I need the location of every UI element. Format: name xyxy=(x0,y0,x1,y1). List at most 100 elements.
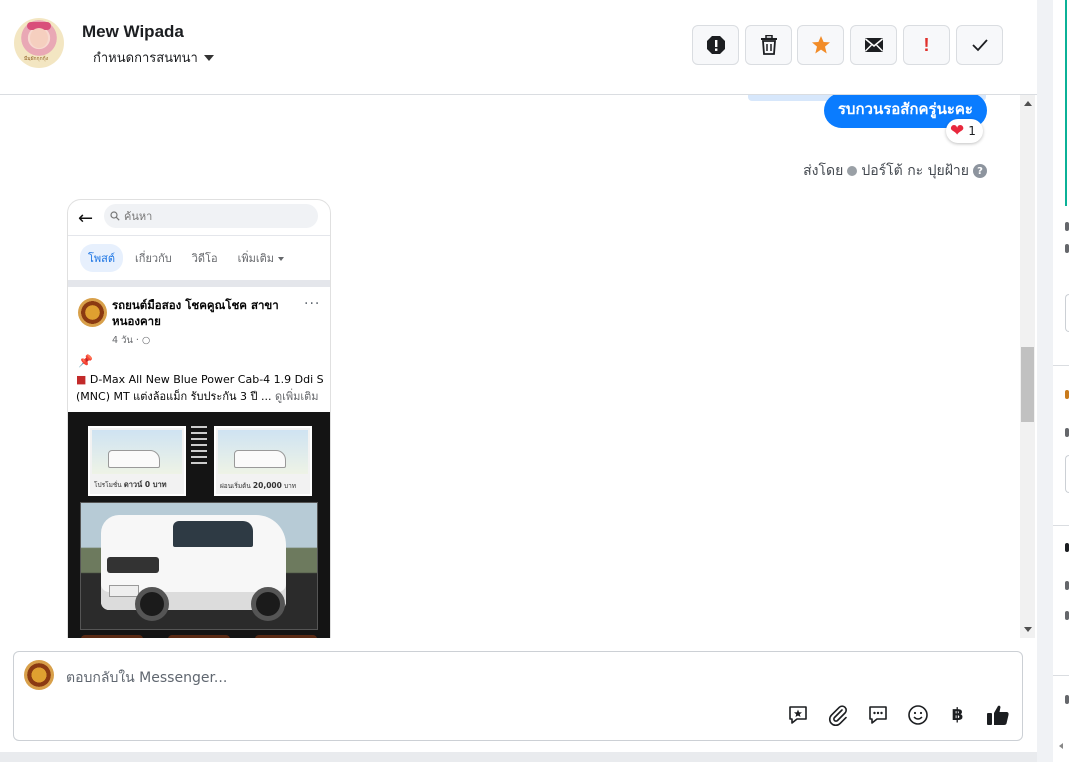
fb-tab-about: เกี่ยวกับ xyxy=(135,252,172,265)
customer-info-panel xyxy=(1037,0,1069,762)
message-reaction[interactable]: ❤ 1 xyxy=(946,119,983,143)
promo-small-2: ผ่อนเริ่มต้น xyxy=(220,482,251,490)
verified-badge-icon xyxy=(847,166,858,176)
emoji-button[interactable] xyxy=(905,702,930,727)
delete-button[interactable] xyxy=(745,25,792,65)
attach-file-button[interactable] xyxy=(825,702,850,727)
chevron-down-icon xyxy=(203,54,214,61)
quick-reply-icon xyxy=(868,705,887,724)
see-more-link: ดูเพิ่มเติม xyxy=(274,390,319,403)
important-icon: ! xyxy=(923,34,930,55)
payment-button[interactable]: ฿ xyxy=(945,702,970,727)
like-button[interactable] xyxy=(985,702,1010,727)
scroll-up-arrow-icon[interactable] xyxy=(1024,101,1032,106)
car-icon: ■ xyxy=(76,373,87,386)
mark-unread-button[interactable] xyxy=(850,25,897,65)
panel-field-edge xyxy=(1065,455,1069,493)
page-avatar xyxy=(78,298,107,327)
promo-card-down-payment: โปรโมชั่น ดาวน์ 0 บาท xyxy=(88,426,186,496)
message-thread[interactable]: รบกวนรอสักครู่นะคะ ❤ 1 ส่งโดย ปอร์โต้ กะ… xyxy=(0,95,1020,638)
attachment-icon xyxy=(828,704,847,726)
fb-page-tabs: โพสต์ เกี่ยวกับ วิดีโอ เพิ่มเติม xyxy=(68,238,330,278)
sent-by-line: ส่งโดย ปอร์โต้ กะ ปุยฝ้าย ? xyxy=(803,160,987,182)
follow-up-button[interactable] xyxy=(797,25,844,65)
mark-spam-button[interactable] xyxy=(692,25,739,65)
panel-divider xyxy=(1053,525,1069,526)
trash-icon xyxy=(760,35,777,55)
post-time: 4 วัน · ○ xyxy=(112,333,150,348)
fb-tab-videos: วิดีโอ xyxy=(191,252,218,265)
panel-text-fragment xyxy=(1065,244,1069,253)
scroll-thumb[interactable] xyxy=(1021,347,1034,422)
truck-thumbnail xyxy=(108,450,160,468)
back-arrow-icon: ← xyxy=(78,208,94,229)
panel-text-fragment xyxy=(1065,695,1069,704)
emoji-icon xyxy=(907,704,928,725)
promo-label-2: 20,000 xyxy=(252,481,282,490)
promo-badges xyxy=(68,635,330,638)
quick-reply-button[interactable] xyxy=(865,702,890,727)
promo-label-1: ดาวน์ 0 บาท xyxy=(123,480,167,489)
reply-input[interactable] xyxy=(66,668,766,688)
mark-done-button[interactable] xyxy=(956,25,1003,65)
truck-photo xyxy=(80,502,318,630)
fb-separator xyxy=(68,280,330,287)
panel-text-fragment xyxy=(1065,611,1069,620)
page-name: รถยนต์มือสอง โชคคูณโชค สาขาหนองคาย xyxy=(112,298,279,328)
help-icon[interactable]: ? xyxy=(973,164,987,178)
composer-toolbar: ฿ xyxy=(785,702,1010,727)
saved-reply-button[interactable] xyxy=(785,702,810,727)
pin-icon: 📌 xyxy=(78,354,93,368)
globe-icon: ○ xyxy=(141,335,151,346)
promo-card-installment: ผ่อนเริ่มต้น 20,000 บาท xyxy=(214,426,312,496)
scroll-left-arrow-icon[interactable] xyxy=(1059,743,1063,749)
like-icon xyxy=(986,705,1009,725)
important-button[interactable]: ! xyxy=(903,25,950,65)
sent-by-name: ปอร์โต้ กะ ปุยฝ้าย xyxy=(861,163,969,179)
thread-scrollbar[interactable] xyxy=(1020,95,1035,638)
panel-text-fragment xyxy=(1065,428,1069,437)
reaction-count: 1 xyxy=(968,124,976,138)
decor-lines xyxy=(191,426,207,466)
fb-search-bar: ← ค้นหา xyxy=(68,200,330,236)
reply-composer: ฿ xyxy=(13,651,1023,741)
mail-icon xyxy=(864,38,883,52)
page-avatar xyxy=(24,660,54,690)
check-icon xyxy=(971,39,988,52)
scroll-down-arrow-icon[interactable] xyxy=(1024,627,1032,632)
avatar-caption: มีมฺผักกุกกุ้ง xyxy=(24,56,49,62)
post-time-label: 4 วัน · xyxy=(112,335,142,346)
heart-icon: ❤ xyxy=(950,120,965,141)
panel-divider xyxy=(1053,365,1069,366)
customer-name[interactable]: Mew Wipada xyxy=(82,22,184,42)
fb-tab-more-label: เพิ่มเติม xyxy=(237,252,274,265)
spam-icon xyxy=(706,36,725,54)
fb-search-placeholder: ค้นหา xyxy=(124,210,153,223)
panel-text-fragment xyxy=(1065,390,1069,399)
baht-icon: ฿ xyxy=(951,704,964,725)
inbox-app: มีมฺผักกุกกุ้ง Mew Wipada กำหนดการสนทนา xyxy=(0,0,1069,762)
sent-by-prefix: ส่งโดย xyxy=(803,163,844,179)
search-icon xyxy=(110,211,120,221)
fb-search-box: ค้นหา xyxy=(104,204,318,228)
panel-divider xyxy=(1053,675,1069,676)
conversation-pane: มีมฺผักกุกกุ้ง Mew Wipada กำหนดการสนทนา xyxy=(0,0,1037,762)
truck-thumbnail xyxy=(234,450,286,468)
panel-text-fragment xyxy=(1065,222,1069,231)
saved-reply-icon xyxy=(788,705,807,724)
post-text-line2: (MNC) MT แต่งล้อแม็ก รับประกัน 3 ปี ... xyxy=(76,390,275,403)
shared-screenshot-image[interactable]: ← ค้นหา โพสต์ เกี่ยวกับ วิดีโอ เพิ่มเติม xyxy=(67,199,331,638)
chevron-down-icon xyxy=(277,257,284,261)
conversation-header: มีมฺผักกุกกุ้ง Mew Wipada กำหนดการสนทนา xyxy=(0,0,1037,95)
assign-conversation-dropdown[interactable]: กำหนดการสนทนา xyxy=(93,47,214,68)
post-text: ■ D-Max All New Blue Power Cab-4 1.9 Ddi… xyxy=(76,371,326,405)
post-text-line1: D-Max All New Blue Power Cab-4 1.9 Ddi S xyxy=(89,373,324,386)
panel-text-fragment xyxy=(1065,543,1069,552)
post-image: โปรโมชั่น ดาวน์ 0 บาท ผ่อนเริ่มต้น 20,00… xyxy=(68,412,330,638)
star-icon xyxy=(811,36,830,54)
panel-field-edge xyxy=(1065,294,1069,332)
promo-small-1: โปรโมชั่น xyxy=(94,481,122,489)
promo-unit-2: บาท xyxy=(283,482,296,490)
customer-avatar[interactable]: มีมฺผักกุกกุ้ง xyxy=(14,18,64,68)
avatar-face xyxy=(30,28,48,48)
